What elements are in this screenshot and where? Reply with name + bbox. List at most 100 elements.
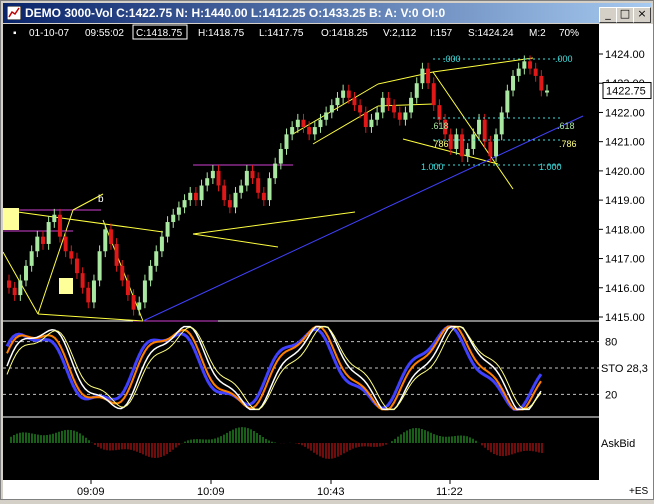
drawing-layer [2,57,584,322]
candle-body [454,134,459,149]
time-tick-label: 10:43 [317,486,345,498]
candle-body [380,97,385,113]
info-low: L:1417.75 [259,28,304,39]
candle-body [250,170,255,179]
candle-body [363,112,368,128]
candle-body [23,265,28,281]
chart-window: DEMO 3000-Vol C:1422.75 N: H:1440.00 L:1… [0,0,654,500]
fib-label: 1.000 [539,162,562,172]
candle-body [12,287,17,296]
info-m: M:2 [529,28,546,39]
fib-label: .786 [431,139,449,149]
candle-body [35,236,40,252]
candle-body [137,302,142,310]
candle-body [227,200,232,208]
candle-body [341,90,346,98]
price-tick-label: 1421.00 [605,137,645,149]
candle-body [477,119,482,135]
info-bar: ▪ 01-10-07 09:55:02 C:1418.75 H:1418.75 … [13,24,579,40]
time-tick-label: 11:22 [436,486,463,498]
price-tick-label: 1419.00 [605,195,645,207]
candlestick-series[interactable] [7,55,549,316]
candle-body [165,222,170,237]
trendline [37,313,144,322]
highlight-box [59,278,73,294]
candle-body [193,192,198,201]
candle-body [346,90,351,98]
candle-body [369,119,374,128]
chart-plot-area[interactable]: ▪ 01-10-07 09:55:02 C:1418.75 H:1418.75 … [2,24,599,480]
time-tick-label: 10:09 [197,486,225,498]
price-axis[interactable]: 1424.001423.001422.001421.001420.001419.… [599,24,653,480]
price-tick-label: 1415.00 [605,312,645,324]
chart-app-icon [7,6,21,20]
candle-body [148,265,153,281]
candle-body [57,214,62,237]
candle-body [465,148,470,157]
candle-body [199,185,204,201]
candle-body [352,97,357,106]
candle-body [431,83,436,106]
candle-body [74,258,79,274]
fib-label: .618 [431,121,449,131]
maximize-button[interactable]: □ [616,7,634,23]
info-open: O:1418.25 [321,28,368,39]
candle-body [392,105,397,113]
askbid-name-label: AskBid [601,438,635,450]
time-axis-svg[interactable]: 09:09 10:09 10:43 11:22 [3,480,599,499]
info-date: 01-10-07 [29,28,69,39]
candle-body [522,61,527,69]
symbol-footer: +ES [629,486,649,497]
title-bar[interactable]: DEMO 3000-Vol C:1422.75 N: H:1440.00 L:1… [3,3,651,23]
chart-svg[interactable]: ▪ 01-10-07 09:55:02 C:1418.75 H:1418.75 … [2,24,599,480]
candle-body [539,75,544,91]
price-tick-label: 1416.00 [605,283,645,295]
info-s: S:1424.24 [468,28,514,39]
sto-level-label: 80 [605,337,617,349]
fib-label: .000 [555,54,573,64]
candle-body [448,134,453,149]
candle-body [295,119,300,128]
minimize-button[interactable]: _ [599,7,617,23]
trendline [192,233,279,248]
candle-body [69,251,74,259]
candle-body [18,280,23,296]
candle-body [499,112,504,135]
candle-body [52,214,57,223]
trendline [377,71,434,85]
candle-body [460,134,465,157]
trendline [2,209,164,233]
info-dot: ▪ [13,28,17,39]
sto-level-label: 20 [605,389,617,401]
candle-body [261,192,266,201]
fib-label: .000 [443,54,461,64]
current-price-label: 1422.75 [606,86,646,98]
candle-body [511,75,516,91]
candle-body [301,119,306,128]
fib-label: .786 [559,139,577,149]
candle-body [482,119,487,142]
price-axis-svg[interactable]: 1424.001423.001422.001421.001420.001419.… [599,24,653,480]
candle-body [273,163,278,179]
info-volume: V:2,112 [383,28,417,39]
fib-label: 1.000 [421,162,444,172]
candle-body [188,192,193,201]
candle-body [267,178,272,201]
candle-body [233,192,238,208]
candle-body [397,112,402,120]
trendline [192,211,356,235]
candle-body [358,105,363,113]
candle-body [142,280,147,303]
candle-body [103,229,108,252]
candle-body [375,112,380,120]
candle-body [108,229,113,244]
candle-body [420,68,425,84]
candle-body [471,134,476,149]
candle-body [7,280,11,288]
time-axis[interactable]: 09:09 10:09 10:43 11:22 [3,480,599,499]
symbol-footer-area: +ES [599,480,653,499]
candle-body [40,236,45,244]
close-button[interactable]: × [633,7,651,23]
candle-body [386,97,391,106]
candle-body [91,280,96,303]
